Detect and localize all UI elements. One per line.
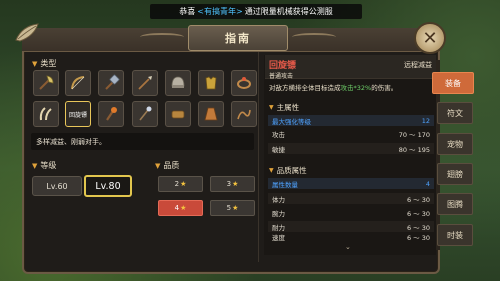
item-type: 远程减益 [404, 61, 432, 69]
close-icon: ✕ [422, 27, 438, 49]
section-arrow-icon: ▼ [32, 161, 38, 170]
category-description: 多样减益、刚弱对手。 [31, 133, 254, 150]
ring-icon [237, 77, 251, 89]
section-arrow-icon: ▼ [32, 59, 38, 68]
window-title: 指南 [188, 25, 288, 51]
category-item-staff[interactable] [132, 101, 158, 127]
cloak-icon [204, 107, 218, 121]
tab-equipment[interactable]: 装备 [432, 72, 474, 94]
main-attr-title: ▼ 主属性 [269, 103, 300, 112]
title-ornament-right [292, 33, 336, 41]
star-icon: ★ [180, 180, 187, 188]
quality-option-2[interactable]: 2 ★ [158, 176, 203, 192]
category-item-whip[interactable] [231, 101, 257, 127]
spear-icon [138, 76, 152, 90]
announcement-suffix: 通过限量机械获得公测服 [244, 7, 333, 16]
axe-icon [39, 75, 54, 90]
attr-row: 属性数量 4 [268, 178, 434, 189]
tab-pet[interactable]: 宠物 [437, 133, 473, 155]
category-item-bow[interactable] [65, 70, 91, 96]
claw-icon [39, 107, 52, 121]
tab-rune[interactable]: 符文 [437, 102, 473, 124]
bracer-icon [171, 110, 185, 119]
category-item-hammer[interactable] [98, 70, 124, 96]
attr-row: 腕力 6 ～ 30 [272, 209, 430, 218]
tab-fashion[interactable]: 时装 [437, 224, 473, 246]
tab-wings[interactable]: 翅膀 [437, 163, 473, 185]
bow-icon [71, 76, 85, 90]
category-item-helmet[interactable] [165, 70, 191, 96]
item-skill-name: 普通攻击 [269, 73, 294, 80]
level-option-60[interactable]: Lv.60 [32, 176, 82, 196]
panel-divider [258, 52, 259, 262]
category-section-title: ▼ 类型 [32, 59, 57, 68]
level-option-80[interactable]: Lv.80 [84, 175, 132, 197]
category-item-torch[interactable] [98, 101, 124, 127]
whip-icon [237, 109, 251, 120]
attr-row: 敏捷 80 ～ 195 [268, 143, 434, 154]
scroll-down-icon[interactable]: ⌄ [345, 243, 351, 251]
category-item-armor[interactable] [198, 70, 224, 96]
tab-totem[interactable]: 图腾 [437, 193, 473, 215]
category-item-axe[interactable] [33, 70, 59, 96]
category-item-cloak[interactable] [198, 101, 224, 127]
quality-option-4[interactable]: 4 ★ [158, 200, 203, 216]
category-item-spear[interactable] [132, 70, 158, 96]
star-icon: ★ [180, 204, 187, 212]
helmet-icon [171, 76, 185, 88]
category-item-label: 回旋镖 [68, 111, 87, 119]
armor-icon [205, 76, 217, 90]
section-arrow-icon: ▼ [269, 104, 274, 111]
category-item-ring[interactable] [231, 70, 257, 96]
hammer-icon [105, 74, 120, 90]
announcement-player[interactable]: <有搞青年> [197, 6, 242, 17]
quality-option-5[interactable]: 5 ★ [210, 200, 255, 216]
star-icon: ★ [232, 204, 239, 212]
item-name: 回旋镖 [269, 61, 297, 71]
title-ornament-left [140, 33, 184, 41]
section-arrow-icon: ▼ [269, 167, 274, 174]
announcement-prefix: 恭喜 [179, 7, 196, 16]
level-section-title: ▼ 等级 [32, 161, 57, 170]
category-item-boomerang[interactable]: 回旋镖 [65, 101, 91, 127]
item-skill-desc: 对敌方横排全体目标造成攻击*32%的伤害。 [269, 84, 398, 92]
close-button[interactable]: ✕ [414, 22, 446, 54]
attr-row: 体力 6 ～ 30 [268, 193, 434, 204]
quality-option-3[interactable]: 3 ★ [210, 176, 255, 192]
attr-row: 攻击 70 ～ 170 [272, 130, 430, 139]
category-item-claw[interactable] [33, 101, 59, 127]
category-item-bracer[interactable] [165, 101, 191, 127]
leaf-ornament-icon [15, 23, 39, 42]
attr-row: 最大强化等级 12 [268, 115, 434, 126]
staff-icon [139, 106, 152, 121]
torch-icon [106, 107, 117, 121]
announcement-banner: 恭喜 <有搞青年> 通过限量机械获得公测服 [150, 4, 362, 19]
quality-section-title: ▼ 品质 [155, 161, 180, 170]
section-arrow-icon: ▼ [155, 161, 161, 170]
star-icon: ★ [232, 180, 239, 188]
quality-attr-title: ▼ 品质属性 [269, 166, 307, 175]
attr-row: 速度 6 ～ 30 [272, 234, 430, 241]
attr-row: 耐力 6 ～ 30 [268, 221, 434, 232]
